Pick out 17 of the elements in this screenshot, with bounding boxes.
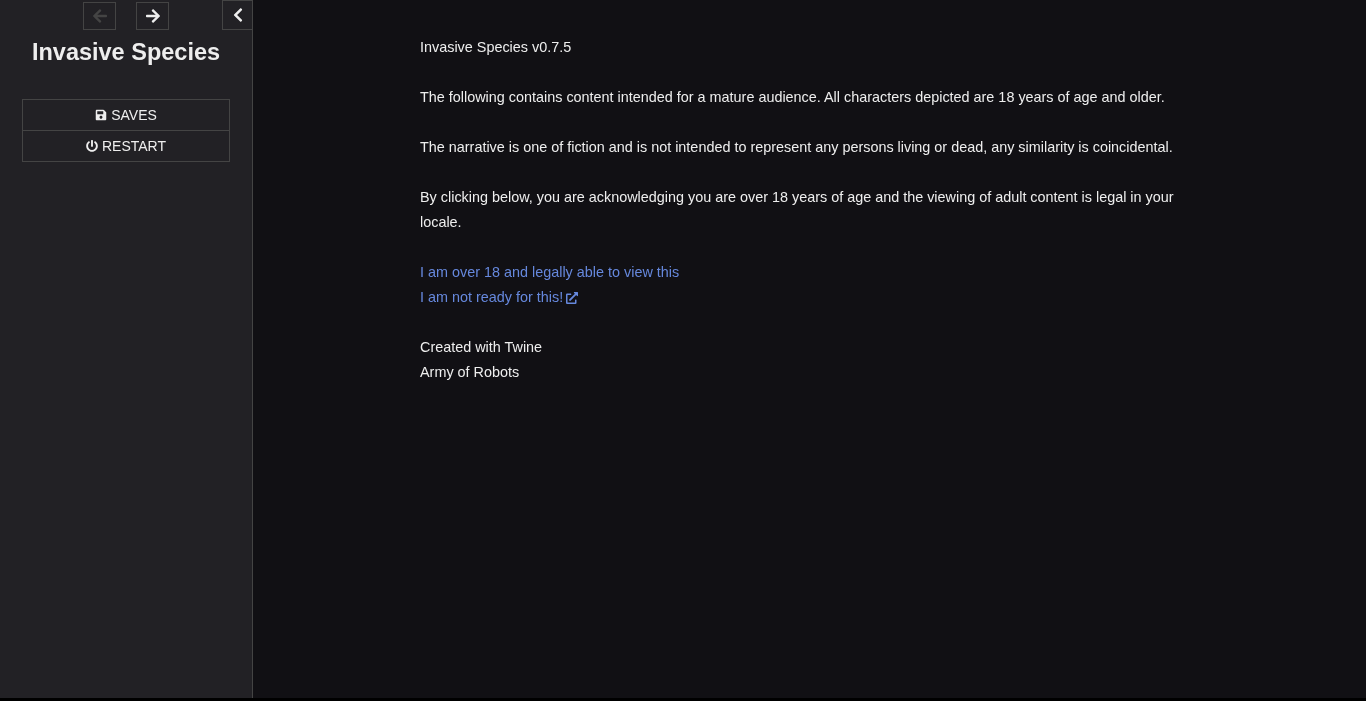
disclaimer-paragraph: The following contains content intended for a mature audience. All characters depicted are 18 years of age and older. xyxy=(420,88,1166,107)
passage-link[interactable]: I am over 18 and legally able to view this xyxy=(420,260,680,285)
menu-item[interactable]: RESTART xyxy=(23,130,229,161)
power-icon xyxy=(85,140,98,152)
sidebar-toggle-button[interactable] xyxy=(222,0,253,30)
version-text: Invasive Species v0.7.5 xyxy=(420,38,573,57)
disclaimer-paragraph: By clicking below, you are acknowledging you are over 18 years of age and the viewing of adult content is legal in your locale. xyxy=(420,188,1175,232)
arrow-right-icon xyxy=(144,8,161,24)
forward-button[interactable] xyxy=(136,2,169,30)
story-title: Invasive Species xyxy=(30,40,222,65)
disclaimer-paragraph: The narrative is one of fiction and is not intended to represent any persons living or dead, any similarity is coincidental. xyxy=(420,138,1174,157)
passage-link[interactable]: I am not ready for this! xyxy=(420,285,564,310)
credit-text: Army of Robots xyxy=(420,363,520,382)
menu-item[interactable]: SAVES xyxy=(23,100,229,130)
arrow-left-icon xyxy=(91,8,108,24)
external-link-icon xyxy=(566,291,579,304)
credit-text: Created with Twine xyxy=(420,338,543,357)
